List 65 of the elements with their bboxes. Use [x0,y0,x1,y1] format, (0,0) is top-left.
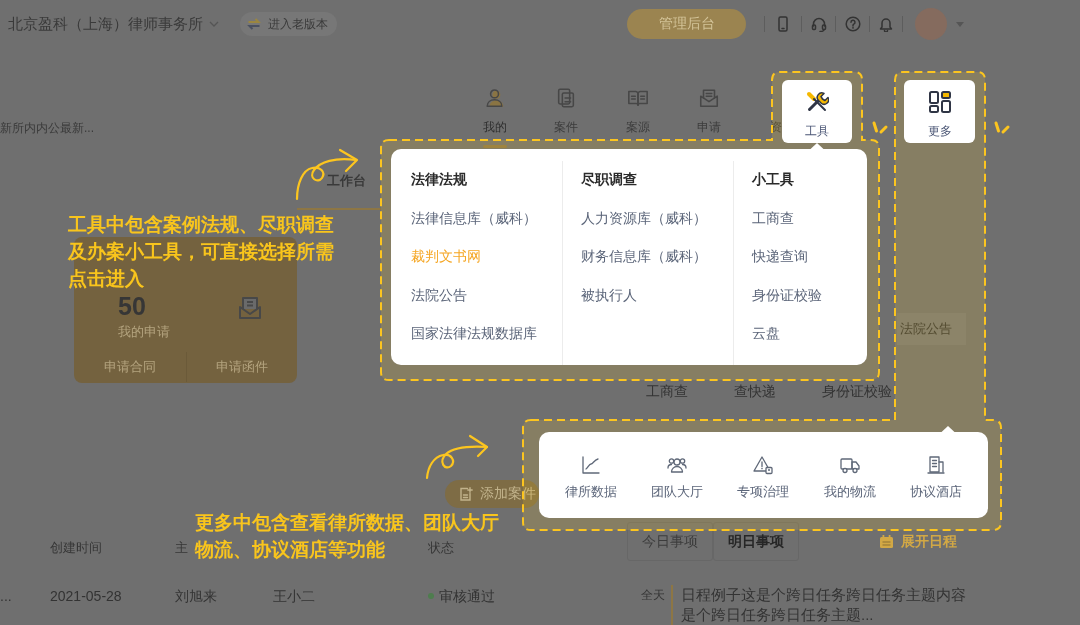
old-version-button[interactable]: 进入老版本 [240,12,337,36]
menu-item[interactable]: 人力资源库（威科） [581,209,707,228]
menu-heading: 尽职调查 [581,171,637,189]
card-title: 我的申请 [118,324,170,340]
menu-item[interactable]: 专项治理 [720,432,807,518]
count-number: 50 [118,294,147,318]
admin-button[interactable]: 管理后台 [627,9,746,39]
expand-schedule-button[interactable]: 展开日程 [880,532,957,551]
annotation-text: 点击进入 [68,267,144,291]
calendar-icon [880,535,893,548]
status-text: 审核通过 [439,587,495,605]
table-cell: 2021-05-28 [50,587,122,605]
sparkle-icon [994,121,1010,134]
annotation-text: 工具中包含案例法规、尽职调查 [68,213,334,237]
line-chart-icon [581,455,602,475]
sparkle-icon [872,121,888,134]
wrench-screwdriver-icon [805,90,829,114]
table-cell: 刘旭来 [175,587,217,605]
phone-icon[interactable] [778,16,788,32]
menu-item[interactable]: 被执行人 [581,286,637,305]
envelope-icon [237,295,263,321]
menu-item[interactable]: 工商查 [752,209,794,228]
schedule-tab[interactable]: 明日事项 [713,522,799,561]
more-button[interactable]: 更多 [904,80,975,143]
bell-icon[interactable] [879,16,893,32]
file-plus-icon [459,487,473,501]
curly-arrow [425,434,489,480]
menu-item[interactable]: 团队大厅 [634,432,721,518]
menu-item[interactable]: 快递查询 [752,248,808,267]
quick-tool-link[interactable]: 身份证校验 [822,383,892,399]
table-cell: ... [0,587,12,605]
tools-button[interactable]: 工具 [782,80,852,143]
help-icon[interactable] [844,16,861,32]
menu-heading: 小工具 [752,171,794,189]
building-icon [925,455,946,475]
menu-item[interactable]: 协议酒店 [892,432,979,518]
menu-heading: 法律法规 [411,171,467,189]
nav-tab[interactable]: 我的 [459,80,531,148]
envelope-icon [698,87,721,109]
menu-item[interactable]: 律所数据 [548,432,635,518]
menu-item[interactable]: 国家法律法规数据库 [411,325,537,344]
headset-icon[interactable] [810,16,827,32]
people-icon [667,455,688,475]
quick-tool-link[interactable]: 查快递 [734,383,776,399]
truck-icon [839,455,860,475]
menu-item[interactable]: 财务信息库（威科） [581,248,707,267]
card-link[interactable]: 申请函件 [185,352,297,382]
swap-arrows-icon [247,17,261,31]
menu-item[interactable]: 法律信息库（威科） [411,209,537,228]
card-link[interactable]: 申请合同 [74,352,186,382]
menu-item[interactable]: 我的物流 [806,432,893,518]
quick-tool-link[interactable]: 工商查 [646,383,688,399]
menu-item[interactable]: 法院公告 [411,286,467,305]
annotation-text: 物流、协议酒店等功能 [195,538,385,562]
event-title[interactable]: 日程例子这是个跨日任务跨日任务主题内容是个跨日任务跨日任务主题... [681,585,968,625]
annotation-text: 更多中包含查看律所数据、团队大厅 [195,511,499,535]
caret-down-icon[interactable] [956,21,964,27]
menu-item[interactable]: 身份证校验 [752,286,822,305]
menu-item[interactable]: 云盘 [752,325,780,344]
menu-item[interactable]: 裁判文书网 [411,248,481,267]
grid-icon [927,90,952,114]
chevron-down-icon [209,21,219,27]
add-case-button[interactable]: 添加案件 [445,480,539,508]
warning-icon [753,455,774,475]
annotation-text: 及办案小工具，可直接选择所需 [68,240,334,264]
